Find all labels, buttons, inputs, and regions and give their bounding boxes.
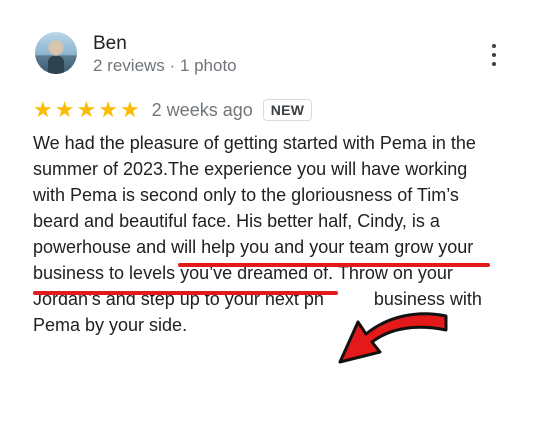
- star-icon: ★: [54, 97, 75, 122]
- star-icon: ★: [98, 97, 118, 122]
- review-line: beard and beautiful face. His better hal…: [33, 211, 440, 231]
- review-card: Ben 2 reviews · 1 photo ★ ★ ★ ★ ★ 2 week…: [0, 0, 544, 432]
- avatar[interactable]: [35, 32, 77, 74]
- highlight-underline: [178, 263, 490, 267]
- star-rating: ★ ★ ★ ★ ★: [33, 99, 140, 121]
- review-line: summer of 2023.The experience you will h…: [33, 159, 468, 179]
- author-meta: 2 reviews · 1 photo: [93, 56, 237, 75]
- star-icon: ★: [76, 97, 97, 122]
- rating-row: ★ ★ ★ ★ ★ 2 weeks ago NEW: [33, 97, 313, 123]
- star-icon: ★: [119, 97, 140, 122]
- review-date: 2 weeks ago: [151, 99, 253, 120]
- new-badge: NEW: [262, 99, 313, 121]
- review-line: powerhouse and will help you and your te…: [33, 237, 474, 257]
- review-line: with Pema is second only to the glorious…: [33, 185, 459, 205]
- red-arrow-icon: [338, 312, 448, 364]
- author-name[interactable]: Ben: [93, 33, 127, 55]
- more-options-icon[interactable]: [487, 44, 501, 66]
- star-icon: ★: [33, 97, 53, 122]
- review-line: We had the pleasure of getting started w…: [33, 133, 476, 153]
- highlight-underline: [33, 291, 338, 295]
